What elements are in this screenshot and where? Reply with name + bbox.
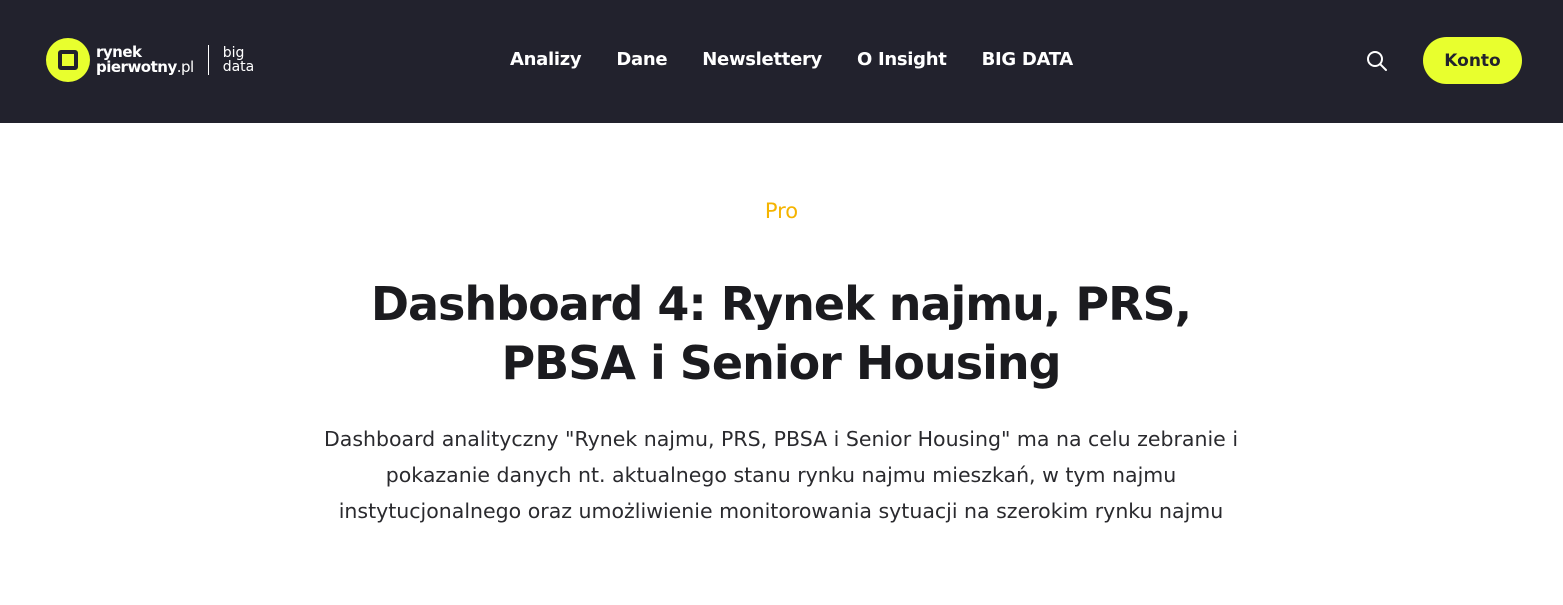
page-title-line-1: Dashboard 4: Rynek najmu, PRS, xyxy=(370,277,1192,331)
page-title-line-2: PBSA i Senior Housing xyxy=(501,336,1061,390)
nav-item-dane[interactable]: Dane xyxy=(616,48,667,72)
logo-text: rynek pierwotny.pl xyxy=(96,45,194,75)
logo-mark-icon xyxy=(46,38,90,82)
nav-item-newslettery[interactable]: Newslettery xyxy=(702,48,822,72)
logo-divider xyxy=(207,45,209,75)
page-title: Dashboard 4: Rynek najmu, PRS, PBSA i Se… xyxy=(331,275,1231,393)
main-nav: Analizy Dane Newslettery O Insight BIG D… xyxy=(510,48,1108,72)
article-category[interactable]: Pro xyxy=(0,199,1563,223)
nav-item-analizy[interactable]: Analizy xyxy=(510,48,582,72)
nav-item-big-data[interactable]: BIG DATA xyxy=(982,48,1074,72)
site-logo[interactable]: rynek pierwotny.pl big data xyxy=(46,38,254,82)
site-header: rynek pierwotny.pl big data Analizy Dane… xyxy=(0,0,1563,123)
logo-domain-suffix: .pl xyxy=(176,58,194,76)
page-description: Dashboard analityczny "Rynek najmu, PRS,… xyxy=(323,427,1239,523)
search-icon[interactable] xyxy=(1365,49,1389,73)
nav-item-o-insight[interactable]: O Insight xyxy=(857,48,947,72)
logo-big-data: big data xyxy=(223,46,255,74)
logo-big-line-1: big xyxy=(222,45,245,61)
logo-big-line-2: data xyxy=(222,59,255,75)
logo-line-2: pierwotny xyxy=(96,58,177,76)
account-button[interactable]: Konto xyxy=(1423,37,1522,84)
